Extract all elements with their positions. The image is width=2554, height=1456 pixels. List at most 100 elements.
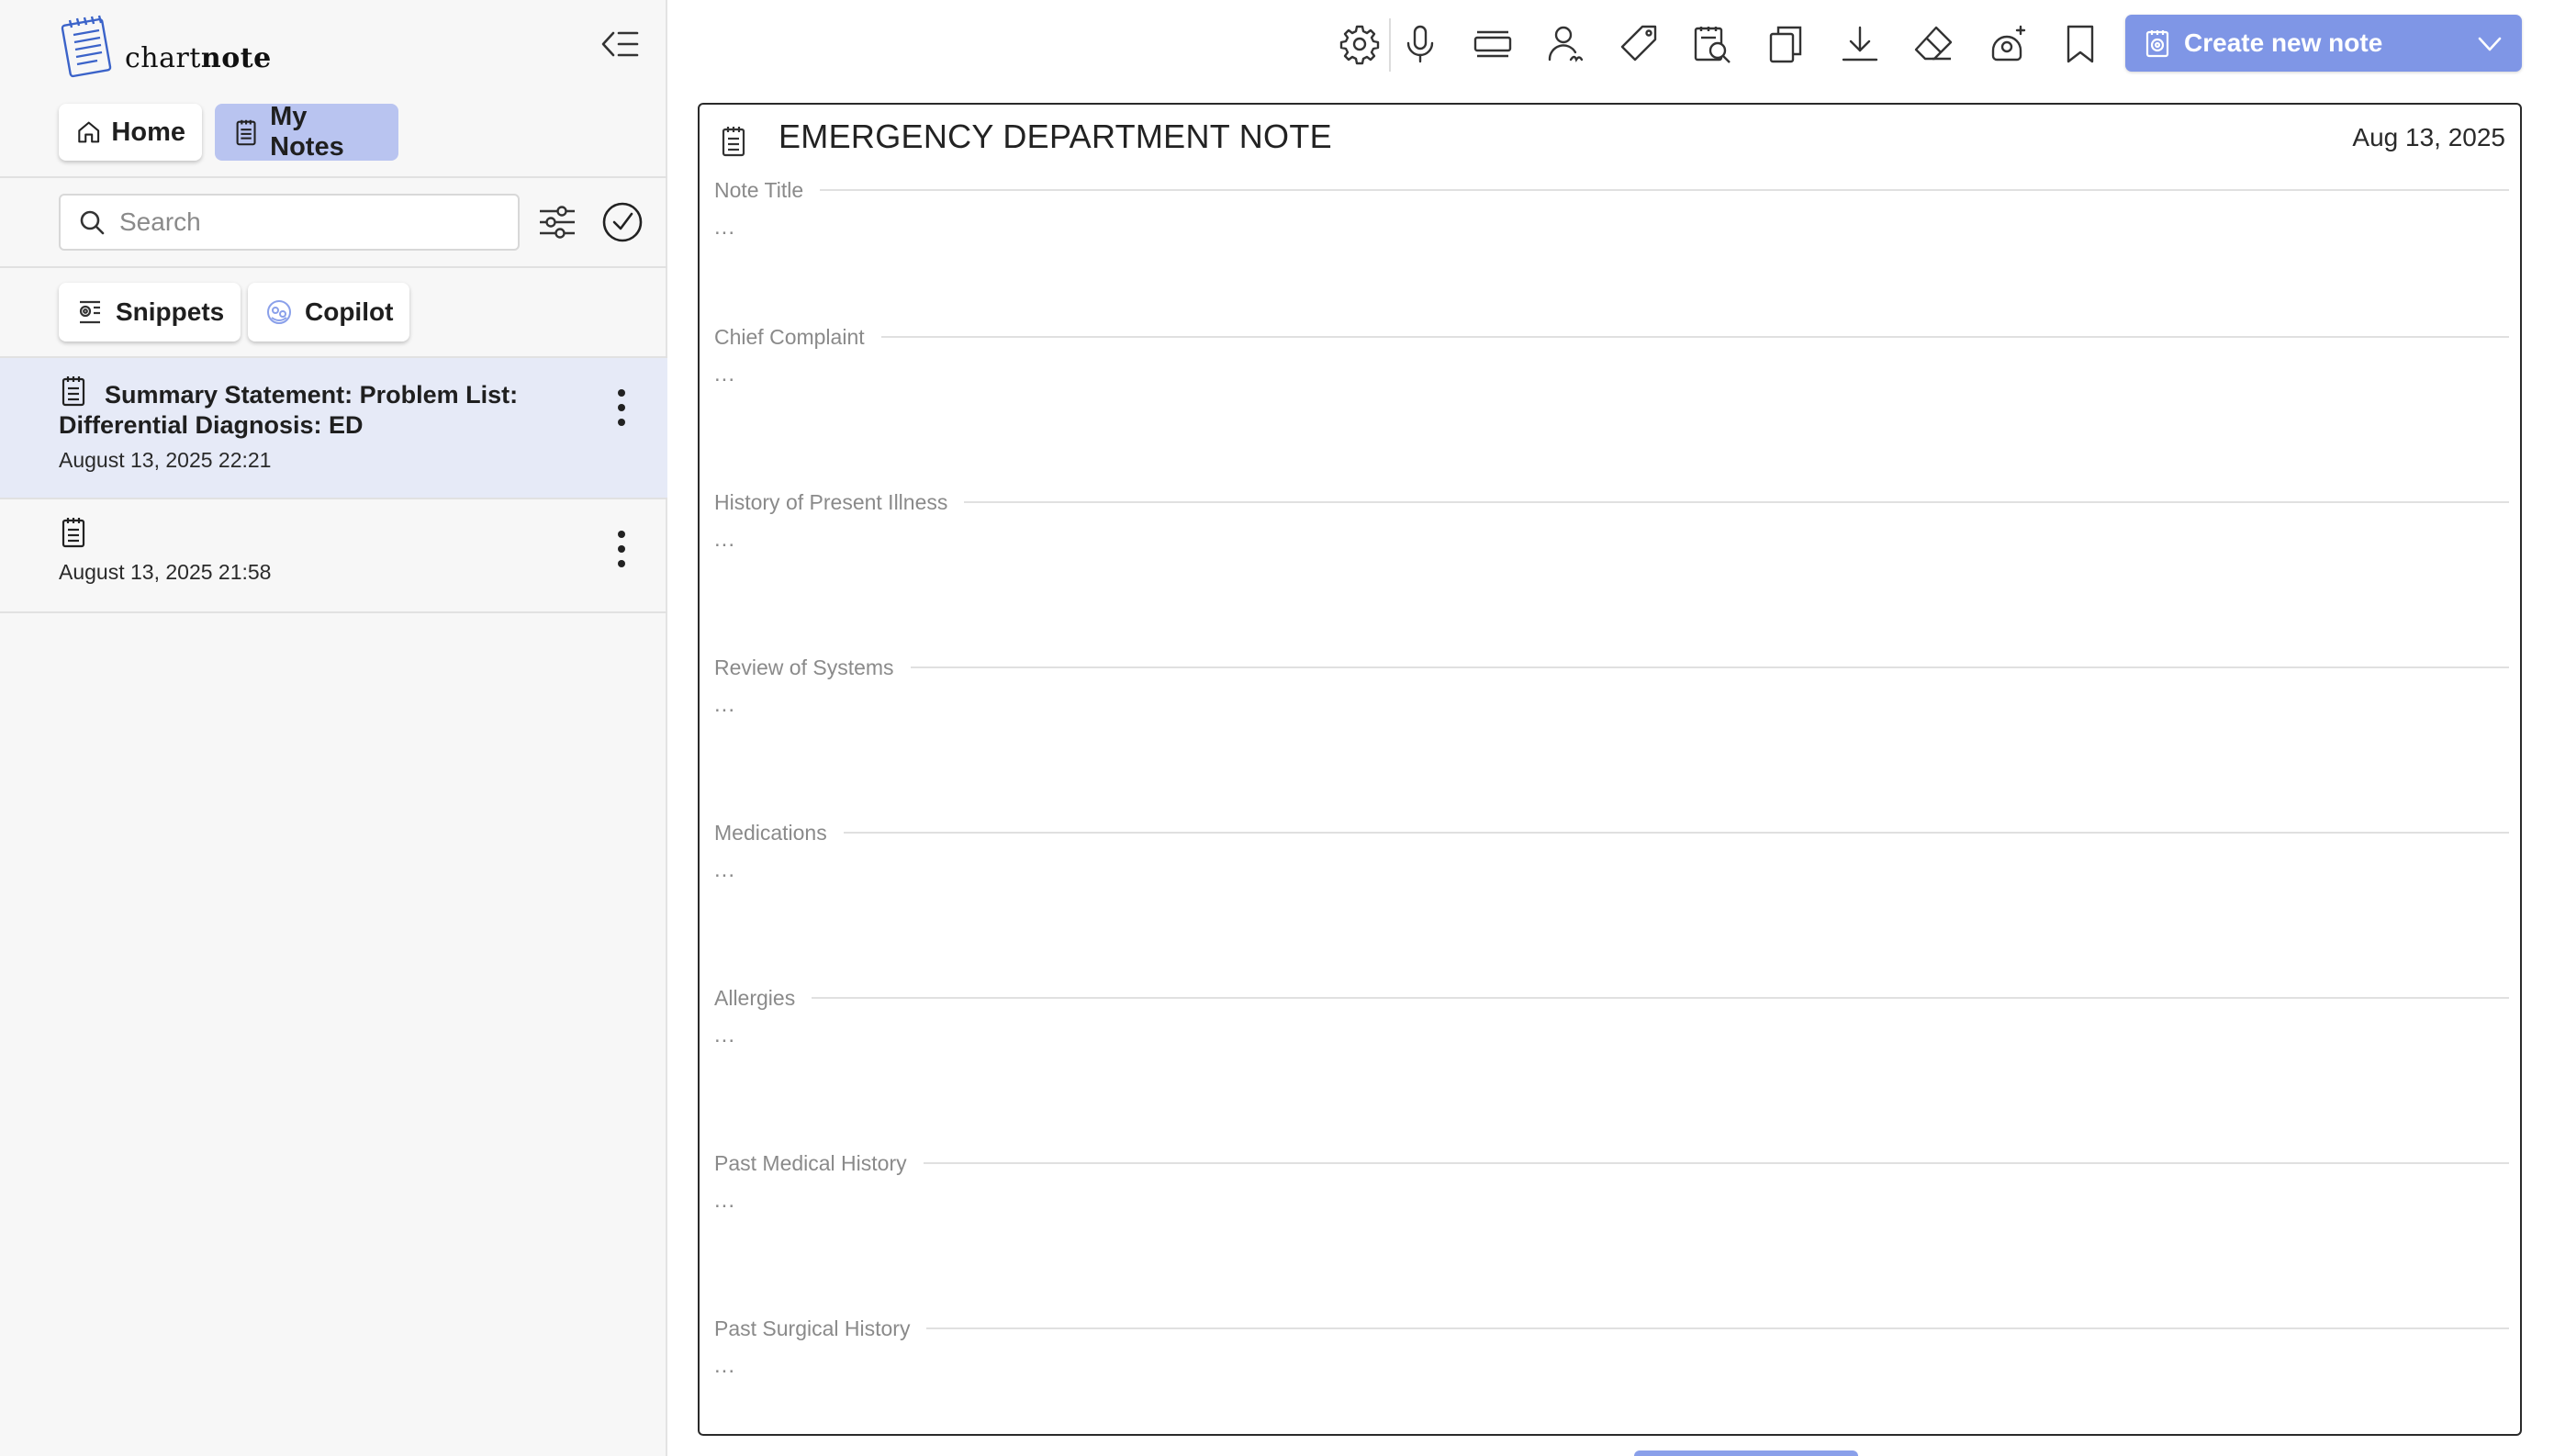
search-input[interactable]: [119, 207, 505, 237]
clear-button[interactable]: [1910, 20, 1957, 68]
user-signature-icon: [1548, 26, 1584, 62]
section-divider: [926, 1327, 2509, 1329]
more-options-icon[interactable]: [608, 527, 635, 571]
section-history-of-present-illness[interactable]: History of Present Illness ...: [714, 488, 2509, 553]
section-header: Note Title: [714, 176, 2509, 204]
notepad-logo-icon: [61, 15, 112, 78]
section-divider: [812, 997, 2509, 999]
filter-button[interactable]: [536, 200, 578, 244]
note-heading: EMERGENCY DEPARTMENT NOTE: [779, 118, 1332, 155]
select-notes-button[interactable]: [600, 200, 644, 244]
section-value[interactable]: ...: [714, 1188, 2509, 1214]
chevron-down-icon[interactable]: [2476, 30, 2504, 58]
snippets-button[interactable]: Snippets: [59, 283, 241, 342]
ai-sparkle-icon: [1991, 25, 2026, 62]
logo-wordmark: chartnote: [125, 42, 272, 74]
gear-icon: [1339, 25, 1380, 65]
section-value[interactable]: ...: [714, 692, 2509, 718]
patient-button[interactable]: [1542, 20, 1590, 68]
copilot-label: Copilot: [305, 297, 394, 326]
section-chief-complaint[interactable]: Chief Complaint ...: [714, 323, 2509, 387]
copy-icon: [1769, 26, 1802, 63]
section-label: Past Surgical History: [714, 1316, 911, 1340]
section-past-medical-history[interactable]: Past Medical History ...: [714, 1149, 2509, 1214]
clipboard-icon: [236, 119, 256, 146]
my-notes-label: My Notes: [270, 102, 344, 162]
section-note-title[interactable]: Note Title ...: [714, 176, 2509, 241]
search-icon: [80, 210, 105, 235]
section-label: Allergies: [714, 985, 796, 1010]
section-divider: [923, 1162, 2509, 1164]
home-button[interactable]: Home: [59, 104, 202, 161]
dictation-button[interactable]: [1396, 20, 1444, 68]
download-button[interactable]: [1836, 20, 1884, 68]
logo-text-light: chart: [125, 41, 201, 74]
section-label: Medications: [714, 820, 827, 845]
bookmark-icon: [2067, 25, 2094, 63]
sliders-icon: [540, 206, 575, 239]
section-divider: [820, 189, 2509, 191]
create-new-note-label: Create new note: [2184, 28, 2383, 57]
bottom-action-tab[interactable]: [1634, 1450, 1858, 1456]
copy-button[interactable]: [1763, 20, 1810, 68]
copilot-button[interactable]: Copilot: [248, 283, 410, 342]
snippets-icon: [79, 300, 100, 324]
divider: [0, 266, 667, 268]
section-header: Allergies: [714, 984, 2509, 1012]
logo-text-bold: note: [200, 41, 272, 74]
search-box[interactable]: [59, 194, 520, 251]
note-icon: [722, 127, 745, 157]
review-button[interactable]: [1689, 20, 1737, 68]
divider: [0, 176, 667, 178]
collapse-sidebar-icon: [601, 31, 639, 57]
snippets-label: Snippets: [116, 297, 225, 326]
note-list-item[interactable]: Summary Statement: Problem List: Differe…: [0, 358, 667, 499]
microphone-icon: [1406, 25, 1434, 63]
section-label: Chief Complaint: [714, 324, 865, 349]
ai-button[interactable]: [1983, 20, 2031, 68]
note-date: August 13, 2025 21:58: [59, 560, 272, 584]
section-header: Review of Systems: [714, 654, 2509, 681]
app-logo[interactable]: chartnote: [57, 15, 272, 79]
note-icon: [62, 518, 85, 548]
section-divider: [880, 336, 2509, 338]
section-header: Past Surgical History: [714, 1315, 2509, 1342]
note-title: Summary Statement: Problem List: Differe…: [59, 381, 519, 439]
section-past-surgical-history[interactable]: Past Surgical History ...: [714, 1315, 2509, 1379]
my-notes-button[interactable]: My Notes: [215, 102, 398, 162]
note-date: Aug 13, 2025: [2352, 123, 2505, 151]
section-review-of-systems[interactable]: Review of Systems ...: [714, 654, 2509, 718]
section-divider: [910, 666, 2509, 668]
section-value[interactable]: ...: [714, 362, 2509, 387]
layout-icon: [1473, 30, 1512, 58]
note-editor: EMERGENCY DEPARTMENT NOTE Aug 13, 2025 N…: [698, 103, 2522, 1436]
section-label: Note Title: [714, 177, 804, 202]
section-label: History of Present Illness: [714, 489, 948, 514]
section-value[interactable]: ...: [714, 1023, 2509, 1048]
toolbar-divider: [1389, 18, 1391, 72]
section-value[interactable]: ...: [714, 1353, 2509, 1379]
section-allergies[interactable]: Allergies ...: [714, 984, 2509, 1048]
section-header: History of Present Illness: [714, 488, 2509, 516]
section-divider: [843, 832, 2509, 834]
section-value[interactable]: ...: [714, 527, 2509, 553]
document-search-icon: [1694, 27, 1731, 63]
section-value[interactable]: ...: [714, 215, 2509, 241]
download-icon: [1842, 26, 1878, 62]
create-new-note-button[interactable]: Create new note: [2125, 15, 2522, 72]
home-label: Home: [111, 117, 185, 147]
copilot-icon: [267, 300, 291, 324]
home-icon: [78, 121, 100, 143]
section-header: Chief Complaint: [714, 323, 2509, 351]
note-list-item[interactable]: August 13, 2025 21:58: [0, 499, 667, 613]
settings-button[interactable]: [1336, 20, 1383, 68]
section-label: Past Medical History: [714, 1150, 907, 1175]
bookmark-button[interactable]: [2056, 20, 2104, 68]
tag-button[interactable]: [1616, 20, 1663, 68]
more-options-icon[interactable]: [608, 386, 635, 430]
collapse-sidebar-button[interactable]: [599, 26, 641, 62]
layout-button[interactable]: [1469, 20, 1517, 68]
section-divider: [964, 501, 2509, 503]
section-value[interactable]: ...: [714, 857, 2509, 883]
section-medications[interactable]: Medications ...: [714, 819, 2509, 883]
